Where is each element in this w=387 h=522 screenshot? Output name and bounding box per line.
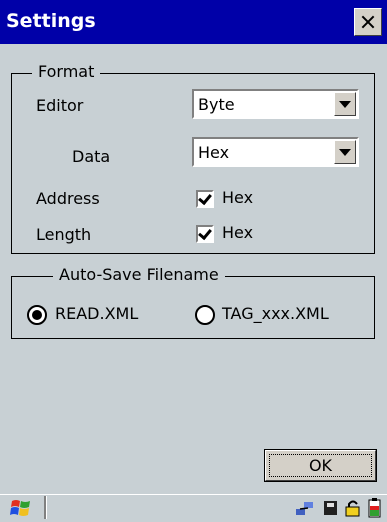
chevron-down-icon[interactable]: [334, 92, 356, 116]
settings-panel: Format Editor Byte Data Hex Address Hex …: [0, 44, 387, 494]
read-xml-label[interactable]: READ.XML: [55, 304, 138, 323]
format-legend: Format: [32, 62, 101, 81]
tag-xml-label[interactable]: TAG_xxx.XML: [222, 304, 329, 323]
length-hex-label[interactable]: Hex: [222, 223, 253, 242]
ok-button[interactable]: OK: [264, 449, 377, 482]
read-xml-radio[interactable]: [27, 305, 47, 325]
title-bar: Settings: [0, 0, 387, 44]
editor-dropdown[interactable]: Byte: [192, 89, 359, 119]
ok-label: OK: [308, 456, 333, 475]
tag-xml-radio[interactable]: [195, 305, 215, 325]
length-label: Length: [36, 225, 92, 244]
editor-label: Editor: [36, 96, 84, 115]
autosave-legend: Auto-Save Filename: [53, 265, 225, 284]
close-button[interactable]: [354, 8, 382, 36]
chevron-down-icon[interactable]: [334, 140, 356, 164]
lock-icon[interactable]: [343, 498, 363, 518]
windows-start-icon[interactable]: [10, 498, 32, 518]
data-label: Data: [72, 147, 111, 166]
taskbar-divider: [44, 496, 47, 519]
storage-card-icon[interactable]: [321, 498, 341, 518]
network-icon[interactable]: [295, 498, 315, 518]
address-label: Address: [36, 189, 100, 208]
window-title: Settings: [6, 10, 96, 32]
data-value: Hex: [198, 143, 230, 162]
address-hex-label[interactable]: Hex: [222, 188, 253, 207]
battery-icon[interactable]: [365, 498, 385, 518]
address-hex-checkbox[interactable]: [196, 190, 214, 208]
data-dropdown[interactable]: Hex: [192, 137, 359, 167]
length-hex-checkbox[interactable]: [196, 225, 214, 243]
editor-value: Byte: [198, 95, 235, 114]
